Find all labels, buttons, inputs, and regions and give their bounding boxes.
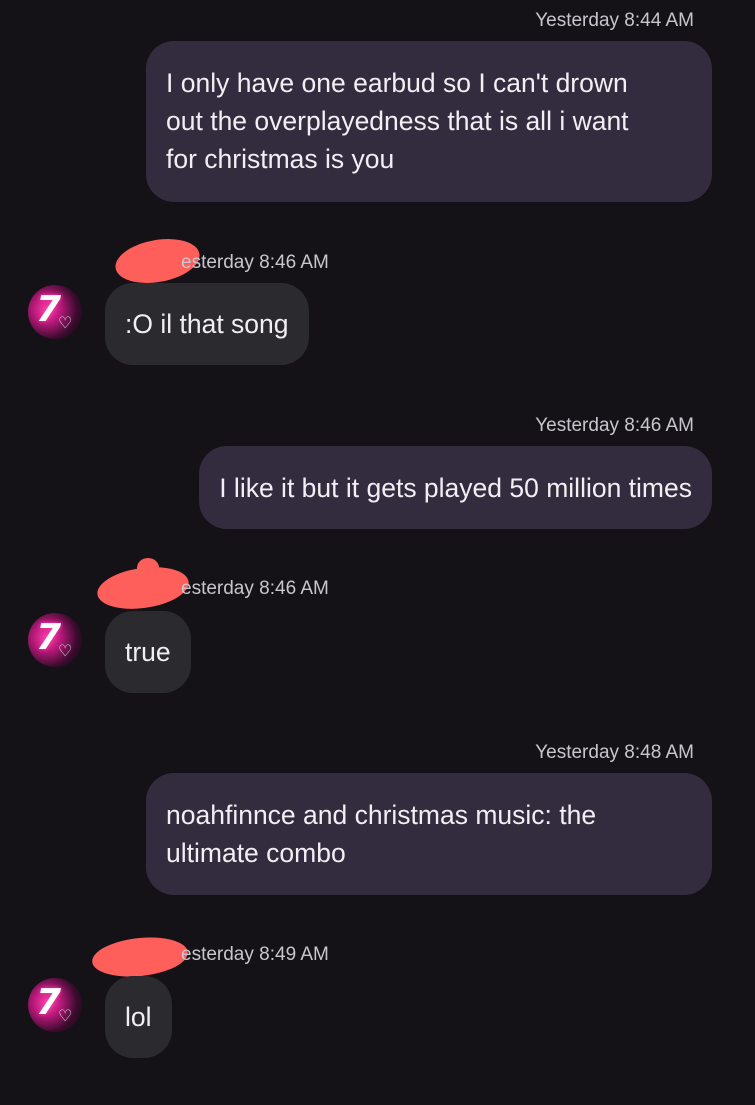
- heart-icon: ♡: [58, 643, 73, 660]
- heart-icon: ♡: [58, 315, 73, 332]
- message-timestamp: esterday 8:46 AM: [181, 252, 329, 273]
- message-text: true: [125, 637, 171, 667]
- message-text: :O il that song: [125, 309, 289, 339]
- outgoing-message-bubble[interactable]: noahfinnce and christmas music: the ulti…: [146, 773, 712, 895]
- message-text: lol: [125, 1002, 152, 1032]
- heart-icon: ♡: [58, 1008, 73, 1025]
- message-text-line: out the overplayedness that is all i wan…: [166, 106, 629, 136]
- message-text-line: noahfinnce and christmas music: the: [166, 800, 597, 830]
- contact-avatar[interactable]: 7 ♡: [28, 285, 82, 339]
- chat-screen: { "messages": [ {"direction": "outgoing"…: [0, 0, 755, 1105]
- incoming-message-bubble[interactable]: lol: [105, 976, 172, 1058]
- message-timestamp: esterday 8:46 AM: [181, 578, 329, 599]
- redaction-mark: [137, 558, 159, 578]
- message-timestamp: Yesterday 8:48 AM: [535, 742, 694, 763]
- contact-avatar[interactable]: 7 ♡: [28, 613, 82, 667]
- message-text-line: ultimate combo: [166, 838, 346, 868]
- message-text: I like it but it gets played 50 million …: [219, 473, 692, 503]
- outgoing-message-bubble[interactable]: I only have one earbud so I can't drown …: [146, 41, 712, 202]
- message-timestamp: Yesterday 8:46 AM: [535, 415, 694, 436]
- incoming-message-bubble[interactable]: :O il that song: [105, 283, 309, 365]
- outgoing-message-bubble[interactable]: I like it but it gets played 50 million …: [199, 446, 712, 529]
- message-text-line: I only have one earbud so I can't drown: [166, 68, 628, 98]
- message-text-line: for christmas is you: [166, 144, 395, 174]
- redaction-mark: [90, 933, 190, 981]
- incoming-message-bubble[interactable]: true: [105, 611, 191, 693]
- message-timestamp: esterday 8:49 AM: [181, 944, 329, 965]
- contact-avatar[interactable]: 7 ♡: [28, 978, 82, 1032]
- message-timestamp: Yesterday 8:44 AM: [535, 10, 694, 31]
